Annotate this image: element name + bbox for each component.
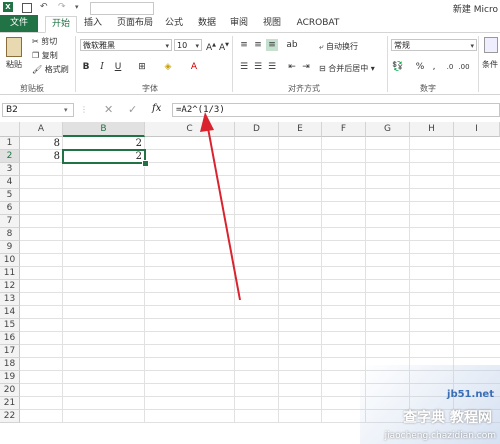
- watermark-title: 查字典 教程网: [403, 410, 492, 426]
- arrow-shaft: [207, 127, 241, 301]
- watermark-url: jiaocheng.chazidian.com: [384, 431, 496, 441]
- watermark-overlay: jb51.net 查字典 教程网 jiaocheng.chazidian.com: [360, 365, 500, 444]
- watermark-site: jb51.net: [447, 389, 494, 400]
- arrow-head: [200, 112, 214, 132]
